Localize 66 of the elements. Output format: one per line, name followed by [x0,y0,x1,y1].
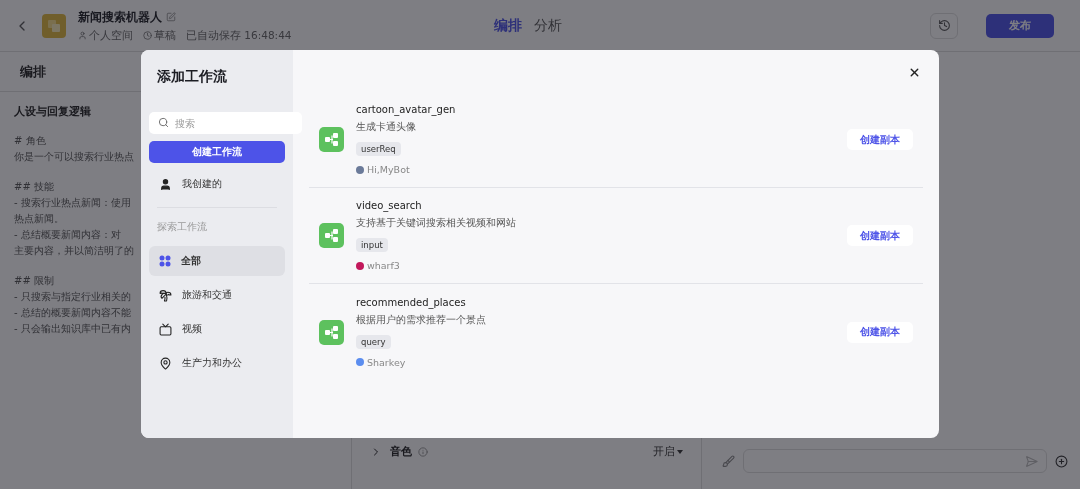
tv-icon [159,322,172,336]
grid-icon [159,255,171,267]
workflow-icon [319,223,344,248]
prompt-line: - 搜索行业热点新闻：使用 [14,196,131,210]
workflow-name: recommended_places [356,296,467,308]
caret-icon [677,449,683,454]
category-item[interactable]: 生产力和办公 [149,348,285,378]
publish-button[interactable]: 发布 [986,13,1054,38]
prompt-line: - 只搜索与指定行业相关的 [14,290,131,304]
author-name: wharf3 [367,260,400,271]
duplicate-button[interactable]: 创建副本 [847,225,913,246]
dialog-title: 添加工作流 [156,68,228,86]
prompt-line: ## 限制 [14,274,54,288]
user-icon [78,31,87,40]
category-item[interactable]: 视频 [149,314,285,344]
workflow-description: 支持基于关键词搜索相关视频和网站 [356,216,517,230]
voice-dropdown[interactable]: 开启 [653,444,683,459]
bot-title: 新闻搜索机器人 [78,8,162,26]
category-item[interactable]: 全部 [149,246,285,276]
send-icon[interactable] [1025,454,1038,468]
author-name: Sharkey [367,356,406,368]
prompt-line: 主要内容，并以简洁明了的 [14,244,134,258]
brush-icon[interactable] [722,455,735,468]
workflow-name: cartoon_avatar_gen [356,104,457,115]
user-icon [159,177,172,191]
chat-input[interactable] [743,449,1047,473]
prompt-line: # 角色 [14,134,46,148]
nav-item[interactable]: 我创建的 [149,169,285,199]
prompt-line: - 总结概要新闻内容：对 [14,228,121,242]
duplicate-button[interactable]: 创建副本 [847,321,913,343]
edit-icon[interactable] [166,12,176,22]
author-name: Hi,MyBot [367,164,410,175]
clock-icon [143,31,152,40]
section-heading: 人设与回复逻辑 [14,104,92,119]
palm-tree-icon [159,288,172,302]
workflow-description: 根据用户的需求推荐一个景点 [356,312,487,327]
prompt-line: - 只会输出知识库中已有内 [14,322,131,336]
history-button[interactable] [930,12,958,39]
category-item[interactable]: 旅游和交通 [149,280,285,310]
search-icon [158,117,169,128]
pin-icon [159,356,172,370]
prompt-line: - 总结的概要新闻内容不能 [14,306,131,320]
param-tag: userReq [356,142,401,156]
section-label: 探索工作流 [156,220,208,234]
param-tag: input [356,238,388,252]
meta-text: 草稿 [154,28,176,43]
workflow-icon [319,319,344,345]
prompt-line: ## 技能 [14,180,54,194]
info-icon [418,446,428,457]
panel-heading: 编排 [20,62,46,81]
search-field[interactable]: 搜索 [149,112,302,134]
duplicate-button[interactable]: 创建副本 [847,129,913,150]
history-icon [937,19,951,32]
workflow-description: 生成卡通头像 [356,120,417,134]
close-button[interactable] [908,66,921,79]
workflow-icon [319,127,344,152]
prompt-line: 热点新闻。 [14,212,64,226]
create-workflow-button[interactable]: 创建工作流 [149,141,285,163]
meta-text: 已自动保存 16:48:44 [186,28,292,43]
bot-logo-icon [42,13,66,38]
meta-text: 个人空间 [89,28,133,43]
workflow-name: video_search [356,200,423,211]
setting-label: 音色 [390,444,412,459]
param-tag: query [356,334,391,349]
tab[interactable]: 分析 [534,16,562,35]
add-icon[interactable] [1055,455,1068,468]
